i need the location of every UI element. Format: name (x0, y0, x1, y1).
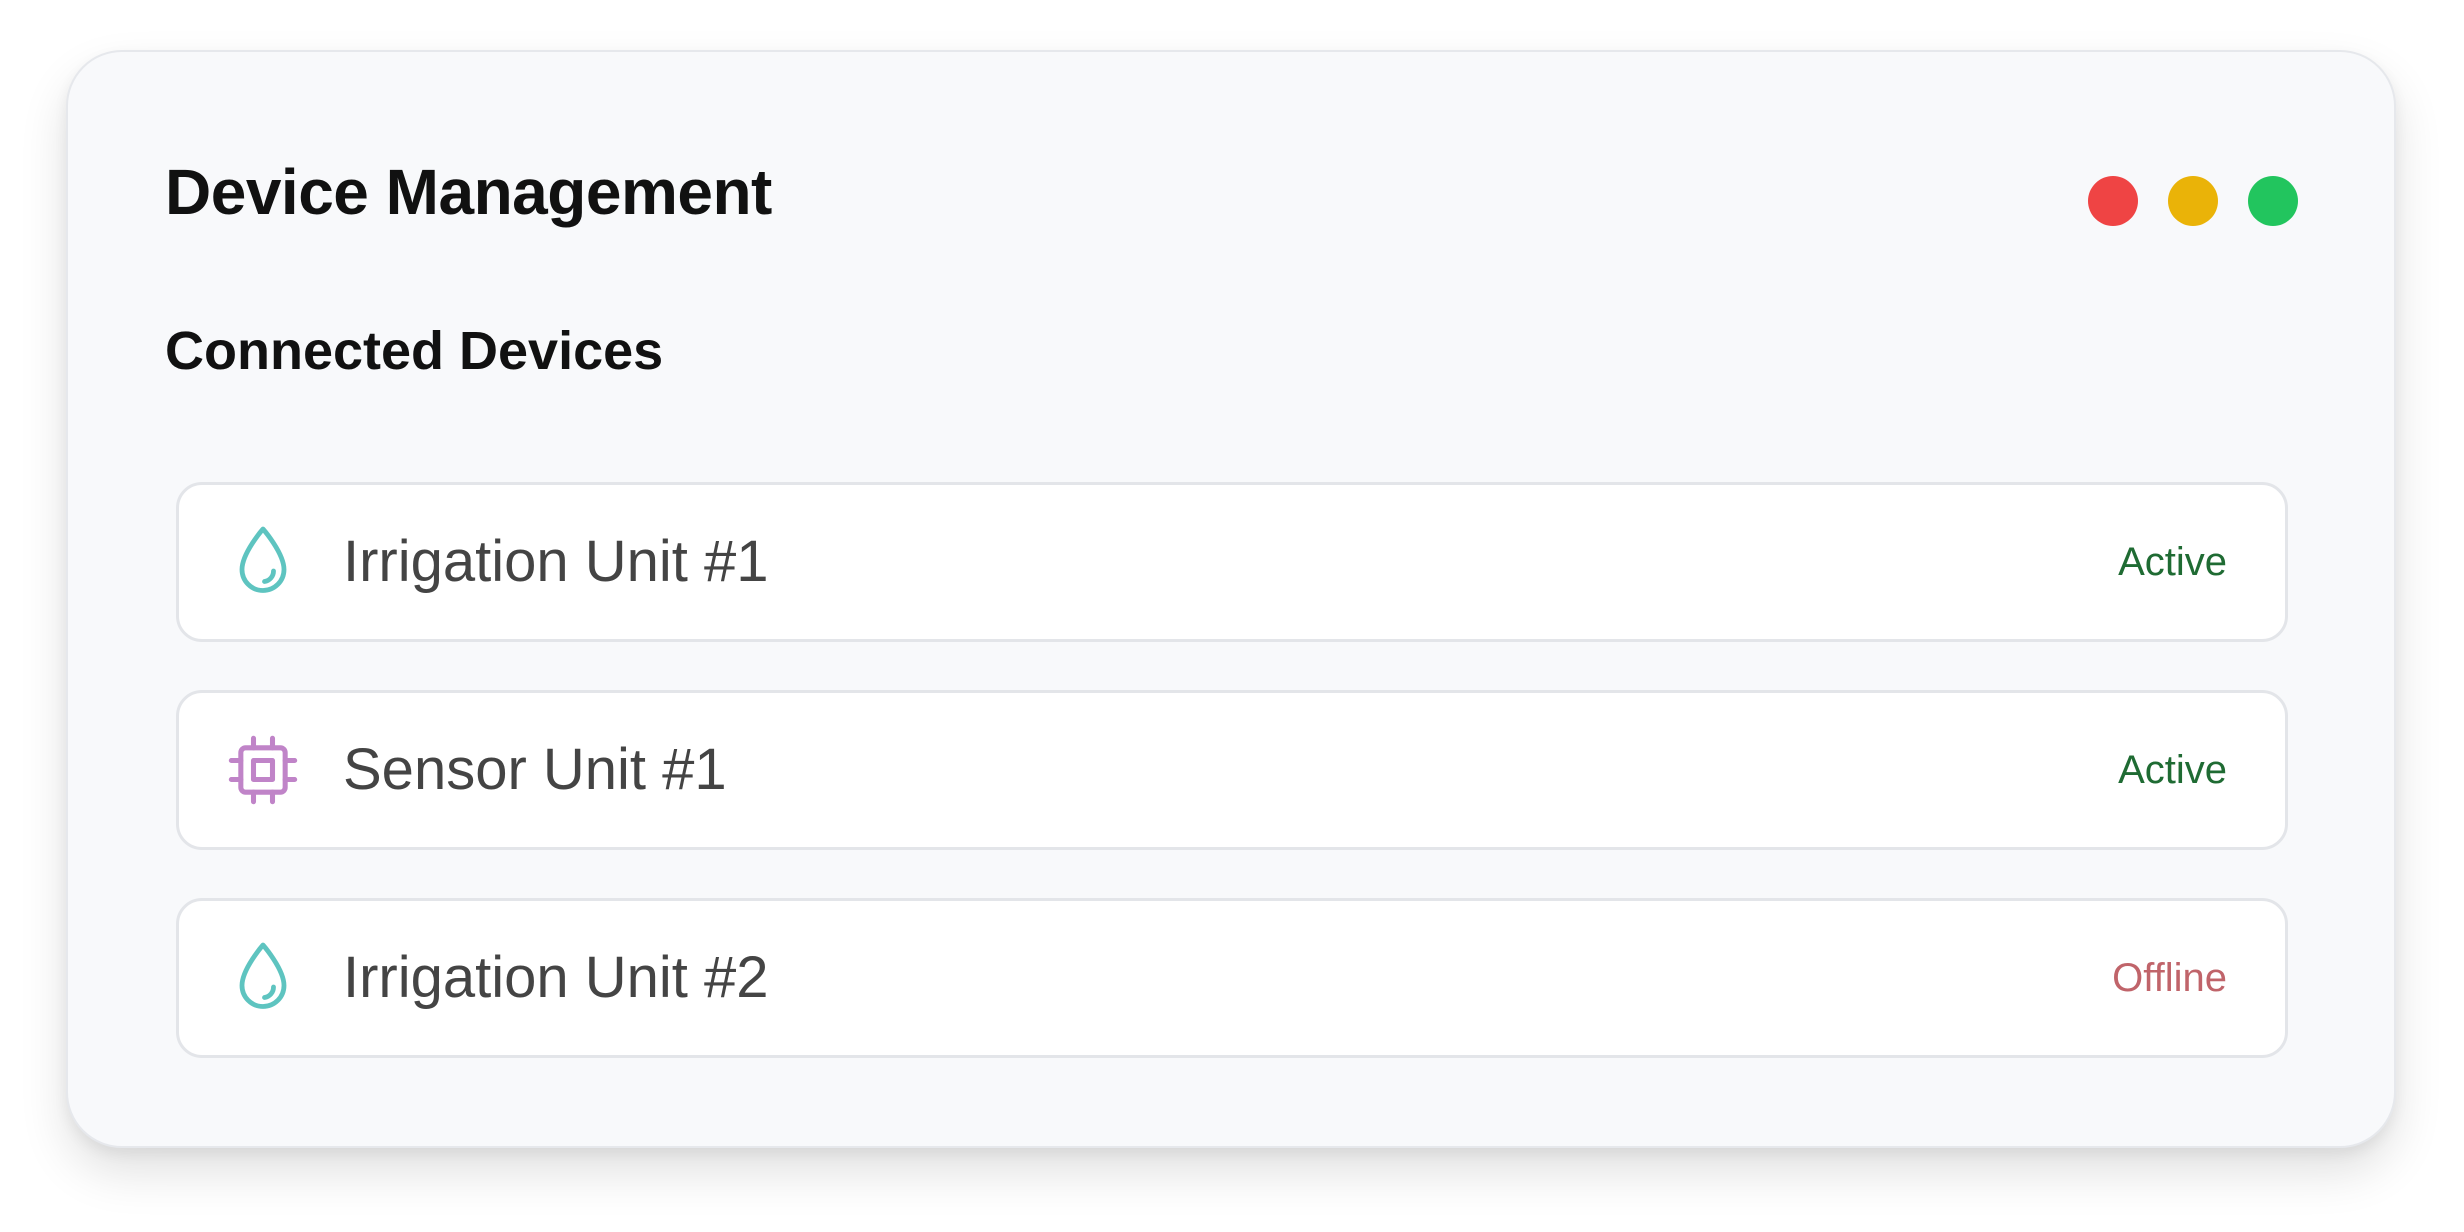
device-name: Sensor Unit #1 (343, 737, 727, 802)
status-badge: Active (2118, 748, 2227, 792)
page-title: Device Management (165, 156, 772, 228)
minimize-dot[interactable] (2168, 176, 2218, 226)
device-row-sensor-unit-1[interactable]: Sensor Unit #1 Active (176, 690, 2288, 850)
device-name: Irrigation Unit #2 (343, 945, 769, 1010)
chip-icon (223, 730, 303, 810)
device-list: Irrigation Unit #1 Active Sensor Unit #1… (176, 482, 2288, 1106)
device-row-irrigation-unit-2[interactable]: Irrigation Unit #2 Offline (176, 898, 2288, 1058)
water-drop-icon (223, 938, 303, 1018)
water-drop-icon (223, 522, 303, 602)
section-title: Connected Devices (165, 321, 664, 381)
status-badge: Active (2118, 540, 2227, 584)
window-controls (2088, 176, 2298, 226)
maximize-dot[interactable] (2248, 176, 2298, 226)
device-management-window: Device Management Connected Devices Irri… (66, 50, 2396, 1148)
close-dot[interactable] (2088, 176, 2138, 226)
device-name: Irrigation Unit #1 (343, 529, 769, 594)
status-badge: Offline (2112, 956, 2227, 1000)
device-row-irrigation-unit-1[interactable]: Irrigation Unit #1 Active (176, 482, 2288, 642)
